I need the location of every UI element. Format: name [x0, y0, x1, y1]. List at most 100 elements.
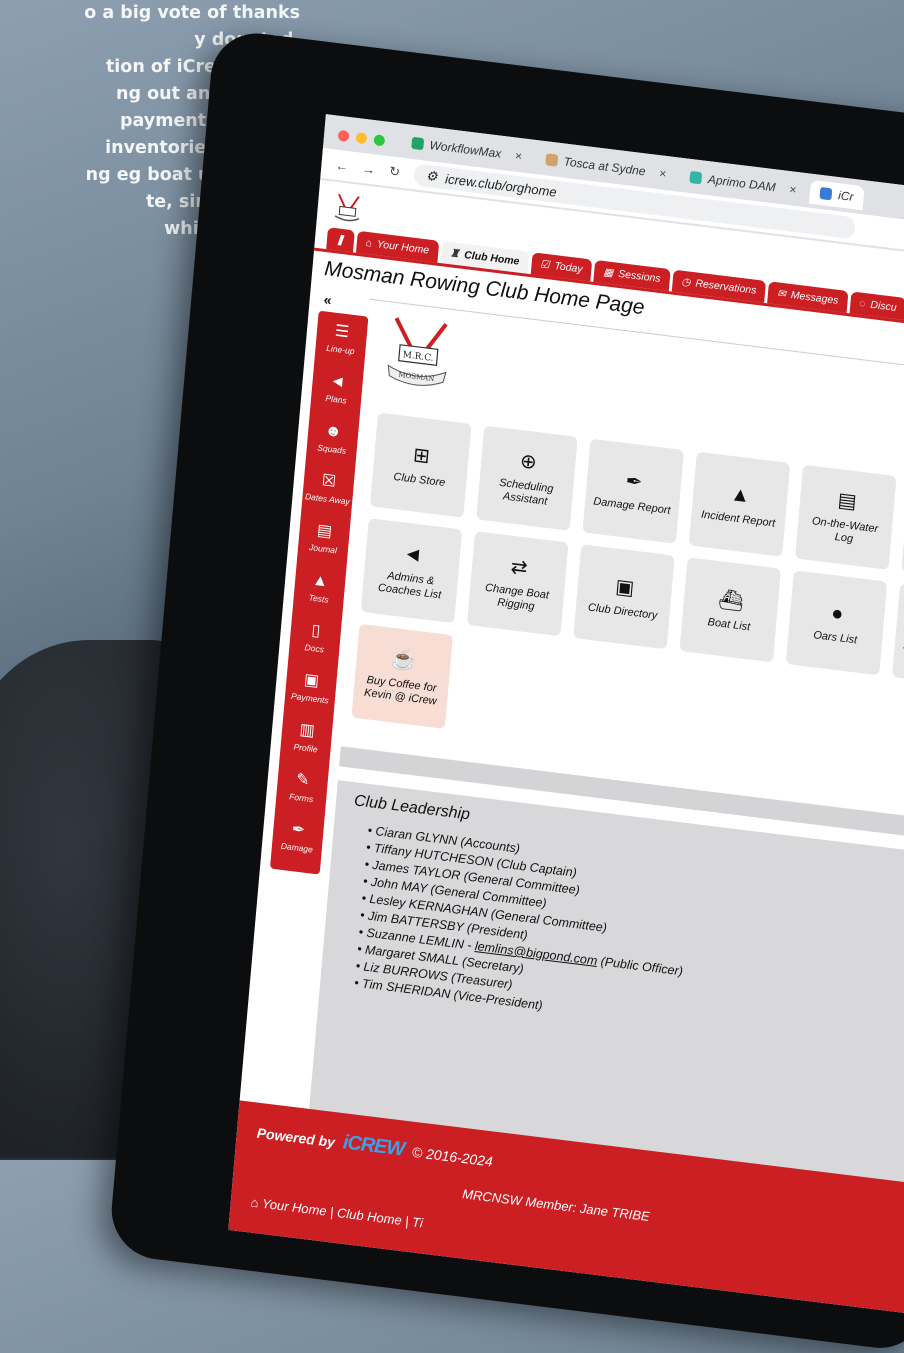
sidebar-item-forms[interactable]: ✎ Forms: [275, 759, 329, 815]
tile-boat-list[interactable]: ⛴ Boat List: [679, 557, 782, 663]
wrench-icon: ✒: [624, 469, 644, 494]
sidebar-item-journal[interactable]: ▤ Journal: [297, 510, 351, 566]
castle-icon: ♜: [449, 247, 460, 261]
coffee-icon: ☕: [390, 647, 417, 673]
collapse-sidebar-icon[interactable]: «: [323, 291, 332, 308]
chat-icon: ◌: [858, 297, 867, 311]
reload-icon[interactable]: ↻: [388, 163, 401, 180]
tile-on-the-water-log[interactable]: ▤ On-the-Water Log: [794, 464, 897, 570]
megaphone-icon: ◄: [329, 371, 347, 391]
tile-label: Scheduling Assistant: [498, 476, 554, 508]
quick-links-grid: ⊞ Club Store ⊕ Scheduling Assistant ✒ Damage …: [350, 412, 904, 808]
tile-change-boat-rigging[interactable]: ⇄ Change Boat Rigging: [466, 531, 569, 637]
sidebar-item-label: Profile: [293, 741, 319, 754]
tile-label: Boat List: [707, 615, 751, 633]
browser-tab[interactable]: iCr: [809, 179, 865, 211]
url-text: icrew.club/orghome: [444, 170, 558, 200]
swap-wrench-icon: ⇄: [509, 555, 529, 580]
copyright-text: © 2016-2024: [411, 1143, 494, 1170]
close-window-button[interactable]: [337, 129, 350, 143]
wrench-icon: ✒: [291, 820, 306, 839]
forward-arrow-icon[interactable]: →: [362, 160, 376, 177]
sidebar-item-incident[interactable]: ▲ Incident: [266, 858, 320, 914]
sidebar-item-profile[interactable]: ▥ Profile: [280, 709, 334, 765]
home-icon: ⌂: [365, 236, 373, 250]
tile-label: Club Directory: [587, 600, 658, 622]
tile-buy-coffee-for-kevin-icrew[interactable]: ☕ Buy Coffee for Kevin @ iCrew: [351, 623, 453, 729]
sidebar-item-label: Squads: [317, 441, 347, 456]
tile-scheduling-assistant[interactable]: ⊕ Scheduling Assistant: [476, 425, 578, 531]
close-tab-icon[interactable]: ×: [789, 182, 797, 197]
icrew-logo[interactable]: iCREW: [342, 1131, 405, 1161]
money-icon: ▣: [303, 670, 320, 690]
id-card-icon: ▥: [298, 720, 316, 740]
footer-links[interactable]: ⌂ Your Home | Club Home | Ti: [250, 1194, 423, 1230]
tile-join-other-club[interactable]: ♜Join Other Club: [892, 583, 904, 689]
sidebar-item-dates-away[interactable]: ☒ Dates Away: [301, 460, 355, 516]
warning-icon: ▲: [729, 482, 752, 507]
tile-label: Buy Coffee for Kevin @ iCrew: [363, 673, 438, 708]
tile-label: Oars List: [812, 628, 858, 646]
calendar-check-icon: ☑: [539, 258, 551, 272]
calendar-icon: ▦: [602, 266, 614, 280]
nav-tab-label: Sessions: [617, 267, 662, 286]
tile-label: On-the-Water Log: [811, 515, 879, 546]
book-icon: ▤: [836, 489, 858, 514]
sidebar-item-label: Journal: [308, 541, 338, 555]
minimize-window-button[interactable]: [355, 131, 368, 145]
bookmark-icon: ❚: [335, 233, 346, 247]
calendar-x-icon: ☒: [321, 471, 337, 491]
nav-tab-label: Today: [553, 260, 584, 276]
megaphone-icon: ◄: [402, 542, 424, 567]
sidebar-item-payments[interactable]: ▣ Payments: [284, 659, 338, 715]
sidebar-item-squads[interactable]: ☻ Squads: [306, 410, 360, 466]
tile-oars-list[interactable]: ● Oars List: [785, 570, 888, 676]
tile-admins-coaches-list[interactable]: ◄ Admins & Coaches List: [360, 518, 463, 624]
maximize-window-button[interactable]: [373, 134, 386, 147]
tile-label: Incident Report: [700, 508, 776, 530]
site-settings-icon[interactable]: ⚙: [425, 168, 438, 185]
ship-icon: ⛴: [717, 587, 745, 613]
tile-label: Change Boat Rigging: [484, 581, 550, 613]
document-icon: ▯: [310, 621, 321, 640]
cart-icon: ⊞: [412, 443, 431, 468]
tablet-screen: WorkflowMax × Tosca at Sydne × Aprimo DAM × iC…: [228, 114, 904, 1316]
sidebar-item-docs[interactable]: ▯ Docs: [288, 609, 342, 665]
users-icon: ☻: [324, 421, 343, 441]
footer-links-text: Your Home | Club Home | Ti: [261, 1195, 424, 1231]
nav-tab-label: Messages: [790, 289, 839, 307]
sidebar-item-tests[interactable]: ▲ Tests: [293, 560, 347, 616]
member-name: MRCNSW Member: Jane TRIBE: [461, 1186, 651, 1225]
sidebar-item-label: Docs: [304, 641, 325, 655]
sidebar-item-label: Payments: [290, 690, 330, 705]
browser-tab-label: Tosca at Sydne: [563, 154, 647, 179]
clock-icon: ◷: [680, 275, 692, 289]
sidebar-item-plans[interactable]: ◄ Plans: [310, 360, 364, 416]
calendar-plus-icon: ⊕: [519, 450, 538, 475]
club-logo-small[interactable]: [331, 192, 365, 226]
powered-by-label: Powered by: [256, 1124, 336, 1150]
tile-club-directory[interactable]: ▣ Club Directory: [573, 544, 675, 650]
close-tab-icon[interactable]: ×: [514, 148, 522, 163]
sidebar-item-label: Plans: [325, 392, 348, 406]
back-arrow-icon[interactable]: ←: [335, 157, 349, 174]
browser-tab-label: WorkflowMax: [429, 137, 502, 161]
tile-club-store[interactable]: ⊞ Club Store: [369, 412, 472, 518]
nav-tab-label: Club Home: [463, 248, 520, 268]
browser-tab-label: Aprimo DAM: [707, 172, 777, 195]
tablet-device: WorkflowMax × Tosca at Sydne × Aprimo DAM × iC…: [107, 28, 904, 1353]
favicon-icon: [689, 170, 703, 185]
nav-tab-bookmark[interactable]: ❚: [326, 227, 355, 253]
tile-incident-report[interactable]: ▲ Incident Report: [688, 451, 791, 557]
list-icon: ☰: [334, 322, 350, 341]
sidebar-item-line-up[interactable]: ☰ Line-up: [314, 311, 368, 367]
mosman-rowing-club-logo: M.R.C. MOSMAN: [387, 317, 448, 386]
tile-label: Club Store: [393, 470, 446, 489]
tile-damage-report[interactable]: ✒ Damage Report: [582, 438, 684, 544]
close-tab-icon[interactable]: ×: [659, 166, 667, 181]
background-text-line: o a big vote of thanks: [84, 3, 300, 23]
sidebar-item-label: Forms: [288, 790, 314, 804]
sidebar-item-label: Incident: [277, 890, 308, 904]
sidebar-item-damage[interactable]: ✒ Damage: [271, 809, 325, 865]
favicon-icon: [819, 186, 833, 201]
